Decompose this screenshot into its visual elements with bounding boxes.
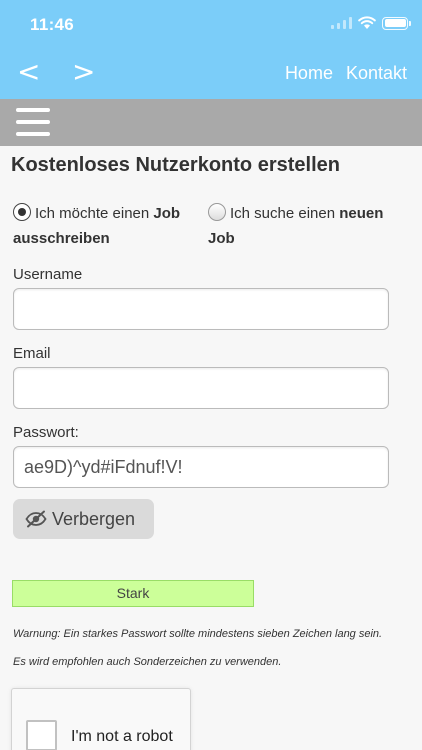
signal-icon [331, 17, 352, 29]
email-input[interactable] [13, 367, 389, 409]
captcha-widget: I'm not a robot [11, 688, 191, 750]
radio-label-prefix: Ich suche einen [230, 205, 340, 222]
battery-icon [382, 16, 411, 30]
radio-label-line2: ausschreiben [13, 230, 110, 247]
captcha-checkbox[interactable] [26, 720, 57, 750]
radio-selected-icon[interactable] [13, 203, 31, 221]
eye-slash-icon [25, 510, 47, 528]
radio-post-job[interactable]: Ich möchte einen Job ausschreiben [13, 201, 203, 251]
nav-link-home[interactable]: Home [285, 63, 333, 84]
username-label: Username [13, 266, 83, 283]
page-title: Kostenloses Nutzerkonto erstellen [11, 154, 340, 176]
forward-button[interactable]: > [72, 55, 95, 88]
email-label: Email [13, 345, 51, 362]
nav-bar: < > Home Kontakt [0, 48, 422, 99]
hamburger-menu-icon[interactable] [16, 108, 50, 136]
back-button[interactable]: < [17, 55, 40, 88]
password-recommendation: Es wird empfohlen auch Sonderzeichen zu … [13, 656, 282, 668]
radio-unselected-icon[interactable] [208, 203, 226, 221]
password-strength-indicator: Stark [12, 580, 254, 607]
status-icons [331, 16, 411, 30]
radio-label-line2: Job [208, 230, 235, 247]
radio-label-bold: neuen [339, 205, 384, 222]
radio-seek-job[interactable]: Ich suche einen neuen Job [208, 201, 413, 251]
password-label: Passwort: [13, 424, 79, 441]
username-input[interactable] [13, 288, 389, 330]
password-input[interactable] [13, 446, 389, 488]
wifi-icon [358, 16, 376, 29]
status-bar: 11:46 [0, 0, 422, 48]
captcha-label: I'm not a robot [71, 728, 173, 745]
hide-password-label: Verbergen [52, 508, 136, 529]
nav-links: Home Kontakt [285, 63, 407, 84]
hide-password-button[interactable]: Verbergen [13, 499, 154, 539]
password-warning: Warnung: Ein starkes Passwort sollte min… [13, 628, 383, 640]
radio-label-prefix: Ich möchte einen [35, 205, 154, 222]
radio-label-bold: Job [153, 205, 181, 222]
status-time: 11:46 [30, 15, 75, 34]
menu-bar [0, 99, 422, 146]
nav-link-kontakt[interactable]: Kontakt [346, 63, 407, 84]
